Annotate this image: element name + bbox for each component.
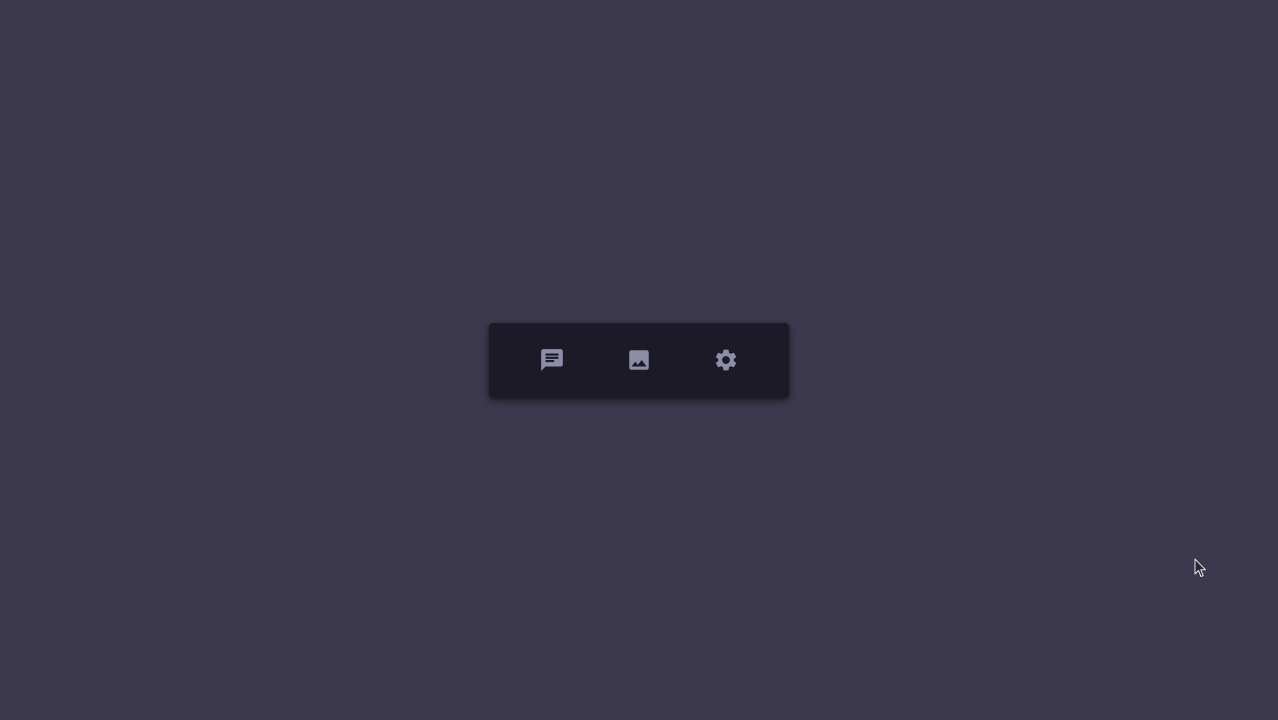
- image-button[interactable]: [615, 336, 663, 384]
- settings-gear-icon: [713, 347, 739, 373]
- settings-button[interactable]: [702, 336, 750, 384]
- desktop-background: { "theme": { "background": "#3c384d", "t…: [0, 0, 1278, 720]
- chat-button[interactable]: [528, 336, 576, 384]
- floating-toolbar: [489, 323, 789, 397]
- chat-icon: [539, 347, 565, 373]
- mouse-pointer-icon: [1194, 558, 1208, 578]
- image-icon: [626, 347, 652, 373]
